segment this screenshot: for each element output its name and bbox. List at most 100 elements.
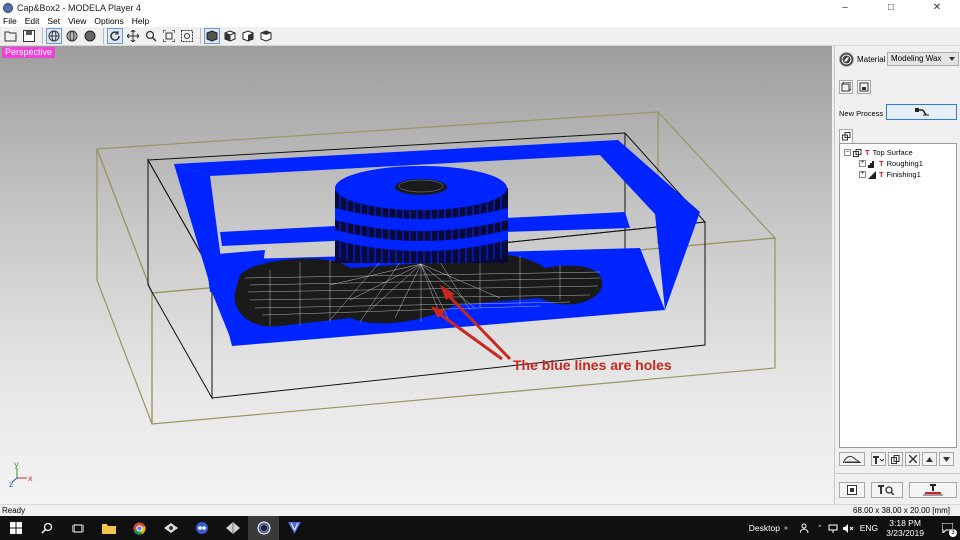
tree-item-label: Top Surface bbox=[872, 148, 913, 157]
open-button[interactable] bbox=[3, 28, 19, 44]
tool-search-button[interactable] bbox=[871, 482, 903, 498]
menu-set[interactable]: Set bbox=[47, 16, 60, 26]
annotation-text: The blue lines are holes bbox=[513, 357, 672, 373]
menu-file[interactable]: File bbox=[3, 16, 17, 26]
material-select[interactable]: Modeling Wax bbox=[887, 52, 959, 66]
setup-button[interactable] bbox=[839, 482, 865, 498]
save-icon bbox=[23, 30, 35, 42]
stop-icon bbox=[847, 485, 857, 495]
pan-button[interactable] bbox=[125, 28, 141, 44]
finishing-icon bbox=[868, 170, 876, 179]
delete-button[interactable] bbox=[905, 452, 920, 466]
preview-cutting-button[interactable] bbox=[839, 452, 865, 466]
zoom-button[interactable] bbox=[143, 28, 159, 44]
taskbar-app-2[interactable] bbox=[186, 516, 217, 540]
language-indicator[interactable]: ENG bbox=[860, 523, 878, 533]
tree-item-label: Roughing1 bbox=[886, 159, 923, 168]
cut-button[interactable] bbox=[909, 482, 957, 498]
folder-icon bbox=[101, 523, 116, 534]
perspective-button[interactable] bbox=[204, 28, 220, 44]
arrow-up-icon bbox=[926, 456, 933, 462]
taskbar-app-4[interactable] bbox=[279, 516, 310, 540]
tree-item-finishing[interactable]: + T Finishing1 bbox=[859, 169, 921, 180]
tool-select-icon bbox=[873, 455, 884, 464]
copy-icon bbox=[891, 454, 900, 464]
toolbar-separator bbox=[42, 28, 43, 44]
wireframe-view-icon bbox=[48, 30, 60, 42]
task-view-button[interactable] bbox=[62, 516, 93, 540]
people-icon[interactable] bbox=[799, 523, 811, 533]
tab-process[interactable] bbox=[839, 129, 853, 143]
minimize-button[interactable]: – bbox=[822, 0, 868, 15]
open-icon bbox=[4, 31, 17, 42]
action-center-button[interactable]: 3 bbox=[934, 516, 960, 540]
modela-icon bbox=[257, 521, 270, 535]
move-down-button[interactable] bbox=[939, 452, 954, 466]
chevron-right-icon[interactable]: » bbox=[784, 525, 788, 532]
start-button[interactable] bbox=[0, 516, 31, 540]
maximize-button[interactable]: □ bbox=[868, 0, 914, 15]
material-label: Material bbox=[857, 55, 886, 64]
menu-view[interactable]: View bbox=[68, 16, 86, 26]
fit-button[interactable] bbox=[161, 28, 177, 44]
perspective-icon bbox=[206, 30, 218, 42]
menu-bar: File Edit Set View Options Help bbox=[0, 15, 960, 27]
chevron-down-icon bbox=[949, 57, 955, 61]
notification-count: 3 bbox=[949, 529, 957, 537]
shaded-view-button[interactable] bbox=[82, 28, 98, 44]
desktop-toolbar-label[interactable]: Desktop bbox=[749, 523, 780, 533]
toolbar bbox=[0, 27, 960, 46]
tool-select-button[interactable] bbox=[871, 452, 886, 466]
search-button[interactable] bbox=[31, 516, 62, 540]
menu-options[interactable]: Options bbox=[94, 16, 123, 26]
divider bbox=[835, 473, 960, 474]
taskbar-app-3[interactable] bbox=[217, 516, 248, 540]
top-view-button[interactable] bbox=[258, 28, 274, 44]
taskbar-chrome[interactable] bbox=[124, 516, 155, 540]
new-process-button[interactable] bbox=[886, 104, 957, 120]
front-view-button[interactable] bbox=[222, 28, 238, 44]
model-setting-button[interactable] bbox=[857, 80, 871, 94]
menu-edit[interactable]: Edit bbox=[25, 16, 40, 26]
chevron-up-icon[interactable]: ⌃ bbox=[817, 524, 823, 532]
system-tray: Desktop » ⌃ ENG 3:18 PM 3/23/2019 3 bbox=[749, 516, 960, 540]
arrow-down-icon bbox=[943, 456, 950, 462]
model-import-button[interactable] bbox=[839, 80, 853, 94]
pan-icon bbox=[127, 30, 139, 42]
move-up-button[interactable] bbox=[922, 452, 937, 466]
network-icon[interactable] bbox=[828, 524, 838, 533]
process-tree: – T Top Surface + T Roughing1 + T Finish… bbox=[839, 143, 957, 448]
volume-icon[interactable] bbox=[842, 523, 854, 533]
toolbar-separator bbox=[103, 28, 104, 44]
clock[interactable]: 3:18 PM 3/23/2019 bbox=[886, 518, 924, 538]
status-bar: Ready 68.00 x 38.00 x 20.00 [mm] bbox=[0, 504, 960, 516]
tree-item-roughing[interactable]: + T Roughing1 bbox=[859, 158, 923, 169]
close-button[interactable]: ✕ bbox=[914, 0, 960, 15]
menu-help[interactable]: Help bbox=[132, 16, 149, 26]
title-bar: Cap&Box2 - MODELA Player 4 – □ ✕ bbox=[0, 0, 960, 15]
viewport-3d[interactable]: Perspective y x z The blue lines are hol… bbox=[0, 46, 832, 504]
copy-button[interactable] bbox=[888, 452, 903, 466]
side-view-button[interactable] bbox=[240, 28, 256, 44]
taskbar-explorer[interactable] bbox=[93, 516, 124, 540]
model-icon bbox=[841, 82, 851, 92]
clock-time: 3:18 PM bbox=[889, 518, 921, 528]
taskbar-app-1[interactable] bbox=[155, 516, 186, 540]
process-panel: Material Modeling Wax New Process – T To… bbox=[834, 46, 960, 504]
zoom-box-button[interactable] bbox=[179, 28, 195, 44]
rotate-button[interactable] bbox=[107, 28, 123, 44]
material-button[interactable] bbox=[839, 52, 854, 67]
zoom-icon bbox=[145, 30, 157, 42]
taskbar-modela-player[interactable] bbox=[248, 516, 279, 540]
model-setting-icon bbox=[859, 82, 869, 92]
material-value: Modeling Wax bbox=[891, 54, 942, 63]
status-text: Ready bbox=[2, 506, 26, 515]
layers-icon bbox=[841, 132, 850, 141]
wireframe-view-button[interactable] bbox=[46, 28, 62, 44]
cut-icon bbox=[923, 484, 943, 496]
save-button[interactable] bbox=[21, 28, 37, 44]
tool-icon: T bbox=[865, 148, 870, 157]
tree-item-top-surface[interactable]: – T Top Surface bbox=[844, 147, 913, 158]
window-title: Cap&Box2 - MODELA Player 4 bbox=[17, 2, 142, 13]
solid-view-button[interactable] bbox=[64, 28, 80, 44]
